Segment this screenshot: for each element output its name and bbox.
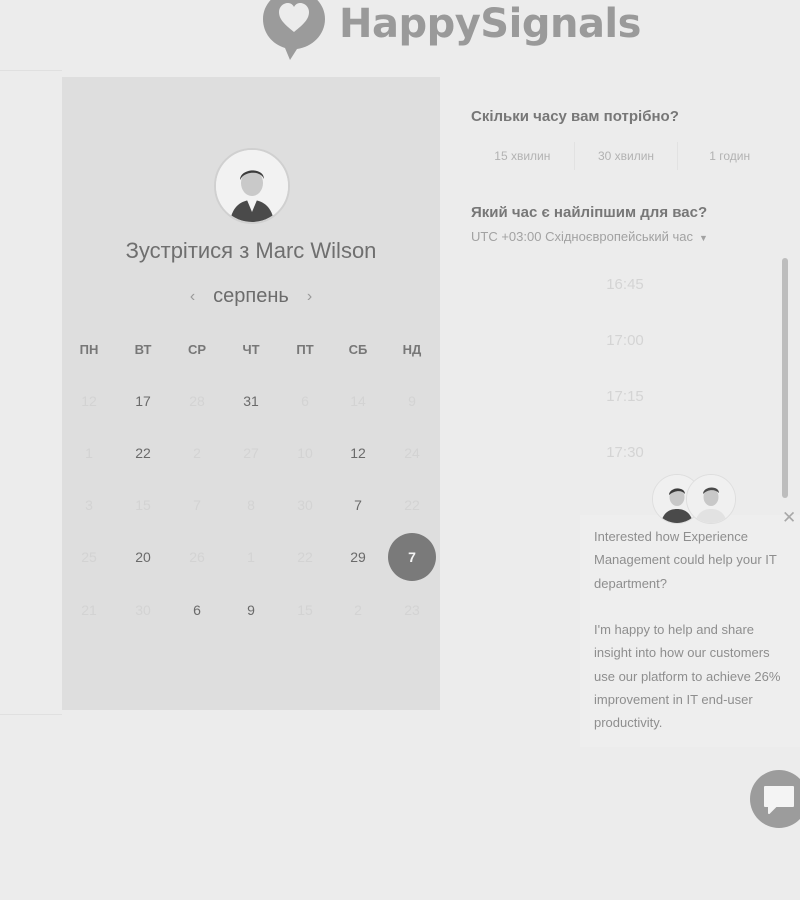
brand-name: HappySignals — [339, 1, 641, 47]
calendar-day-selected[interactable]: 7 — [388, 533, 436, 581]
caret-down-icon: ▼ — [698, 233, 708, 243]
time-question: Який час є найліпшим для вас? — [471, 204, 708, 221]
agent-avatar — [686, 474, 736, 524]
calendar-day: 3 — [85, 497, 93, 513]
weekday-header: СР — [187, 342, 207, 357]
calendar-day: 21 — [81, 602, 97, 618]
calendar-day: 15 — [297, 602, 313, 618]
calendar-day: 25 — [81, 549, 97, 565]
happysignals-logo[interactable]: HappySignals — [259, 0, 641, 62]
chat-bubble-icon — [764, 786, 794, 814]
calendar-day: 30 — [297, 497, 313, 513]
weekday-header: ВТ — [134, 342, 152, 357]
calendar-day[interactable]: 17 — [119, 377, 167, 425]
calendar-day: 23 — [404, 602, 420, 618]
chat-message-line: productivity. — [594, 715, 663, 730]
calendar-day[interactable]: 29 — [334, 533, 382, 581]
next-month-chevron-icon[interactable]: › — [307, 288, 312, 306]
host-avatar — [214, 148, 290, 224]
chat-message-line: Interested how Experience — [594, 529, 748, 544]
weekday-header: НД — [402, 342, 422, 357]
duration-option-15[interactable]: 15 хвилин — [471, 142, 575, 170]
time-slot[interactable]: 17:00 — [473, 319, 777, 363]
month-label: серпень — [213, 285, 289, 307]
weekday-header: ПН — [79, 342, 99, 357]
weekday-header: ЧТ — [242, 342, 260, 357]
calendar-day: 15 — [135, 497, 151, 513]
calendar-day[interactable]: 20 — [119, 533, 167, 581]
calendar-day: 24 — [404, 445, 420, 461]
duration-option-60[interactable]: 1 годин — [678, 142, 781, 170]
calendar-day: 27 — [243, 445, 259, 461]
calendar-day: 9 — [408, 393, 416, 409]
weekday-header: ПТ — [296, 342, 314, 357]
calendar-day[interactable]: 7 — [334, 481, 382, 529]
calendar-day: 26 — [189, 549, 205, 565]
calendar-day: 28 — [189, 393, 205, 409]
calendar-day: 12 — [81, 393, 97, 409]
calendar-day: 22 — [404, 497, 420, 513]
calendar-day: 1 — [85, 445, 93, 461]
duration-question: Скільки часу вам потрібно? — [471, 108, 679, 125]
calendar-day: 2 — [193, 445, 201, 461]
chat-message-line: improvement in IT end-user — [594, 692, 753, 707]
chat-message-line: department? — [594, 576, 667, 591]
chat-message-line: use our platform to achieve 26% — [594, 669, 781, 684]
time-slot[interactable]: 17:30 — [473, 431, 777, 475]
calendar-day: 10 — [297, 445, 313, 461]
duration-options: 15 хвилин 30 хвилин 1 годин — [471, 142, 781, 170]
calendar-day: 30 — [135, 602, 151, 618]
calendar-day: 7 — [193, 497, 201, 513]
calendar-day: 1 — [247, 549, 255, 565]
heart-speech-bubble-icon — [263, 0, 325, 60]
chat-agents — [652, 474, 736, 524]
calendar-day[interactable]: 6 — [173, 586, 221, 634]
calendar-day: 14 — [350, 393, 366, 409]
calendar-day[interactable]: 9 — [227, 586, 275, 634]
time-slot[interactable]: 16:45 — [473, 263, 777, 307]
calendar-day[interactable]: 31 — [227, 377, 275, 425]
chat-message-line: I'm happy to help and share — [594, 622, 755, 637]
meeting-title: Зустрітися з Marc Wilson — [125, 238, 377, 263]
calendar-day: 6 — [301, 393, 309, 409]
month-navigation: ‹ серпень › — [62, 285, 440, 308]
duration-option-30[interactable]: 30 хвилин — [575, 142, 679, 170]
chat-message-line: insight into how our customers — [594, 645, 770, 660]
chat-message-line: Management could help your IT — [594, 552, 777, 567]
time-slot[interactable]: 17:15 — [473, 375, 777, 419]
timezone-selector[interactable]: UTC +03:00 Східноєвропейський час ▼ — [471, 229, 708, 244]
timezone-label: UTC +03:00 Східноєвропейський час — [471, 229, 693, 244]
calendar-day[interactable]: 22 — [119, 429, 167, 477]
weekday-header: СБ — [348, 342, 368, 357]
chat-launcher-button[interactable] — [750, 770, 800, 828]
calendar-day: 22 — [297, 549, 313, 565]
previous-month-chevron-icon[interactable]: ‹ — [190, 288, 195, 306]
calendar-day[interactable]: 12 — [334, 429, 382, 477]
divider-bottom — [0, 714, 62, 715]
divider-top — [0, 70, 62, 71]
calendar-day: 2 — [354, 602, 362, 618]
time-scrollbar-thumb[interactable] — [782, 258, 788, 498]
calendar-day: 8 — [247, 497, 255, 513]
